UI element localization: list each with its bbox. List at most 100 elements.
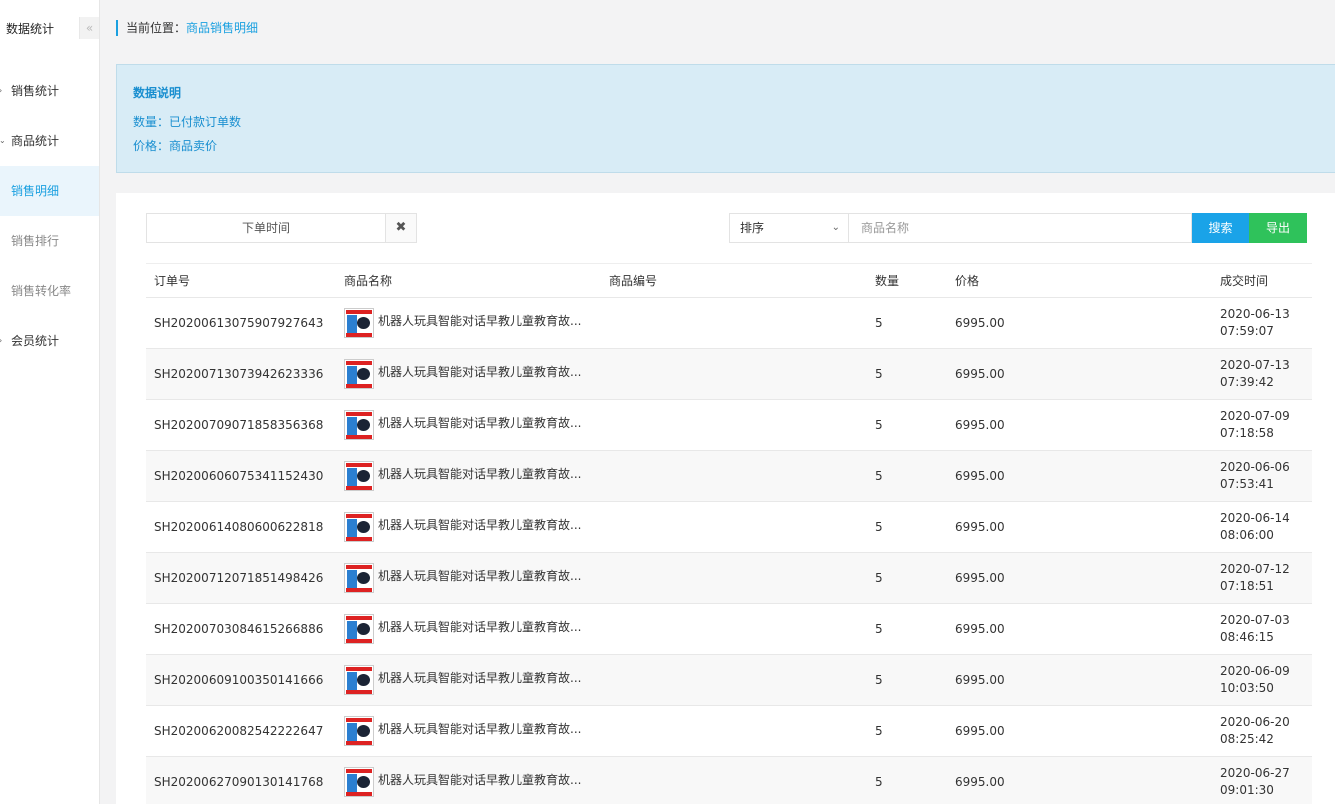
sidebar-title: 数据统计 [6,22,55,36]
table-row[interactable]: SH20200627090130141768 机器人玩具智能对话早教儿童教育故..… [146,757,1312,804]
sidebar-item-product-stats[interactable]: ⌄ 商品统计 [0,116,99,166]
table-row[interactable]: SH20200614080600622818 机器人玩具智能对话早教儿童教育故..… [146,502,1312,553]
product-name[interactable]: 机器人玩具智能对话早教儿童教育故... [378,502,581,549]
results-panel: 下单时间 ✖ 排序 ⌄ 商品名称 搜索 导出 订单号 商品名称 商品编号 数量 … [116,193,1335,804]
order-number: SH20200613075907927643 [154,316,324,330]
header-order-no[interactable]: 订单号 [154,264,190,298]
product-thumbnail[interactable] [344,461,374,491]
chevron-right-icon: › [0,66,2,116]
price: 6995.00 [955,775,1005,789]
product-thumbnail[interactable] [344,359,374,389]
table-row[interactable]: SH20200620082542222647 机器人玩具智能对话早教儿童教育故..… [146,706,1312,757]
product-name[interactable]: 机器人玩具智能对话早教儿童教育故... [378,298,581,345]
price: 6995.00 [955,469,1005,483]
order-date-input[interactable]: 下单时间 [146,213,386,243]
sales-detail-table: 订单号 商品名称 商品编号 数量 价格 成交时间 SH2020061307590… [146,263,1312,804]
sidebar-item-label: 会员统计 [11,334,60,348]
price: 6995.00 [955,673,1005,687]
quantity: 5 [875,316,883,330]
header-quantity[interactable]: 数量 [875,264,899,298]
deal-date: 2020-07-13 [1220,358,1290,372]
deal-time: 2020-06-27 09:01:30 [1220,765,1290,799]
export-button[interactable]: 导出 [1249,213,1307,243]
deal-time: 2020-07-12 07:18:51 [1220,561,1290,595]
price: 6995.00 [955,724,1005,738]
product-thumbnail[interactable] [344,665,374,695]
table-row[interactable]: SH20200609100350141666 机器人玩具智能对话早教儿童教育故..… [146,655,1312,706]
deal-time: 2020-06-09 10:03:50 [1220,663,1290,697]
breadcrumb-current: 商品销售明细 [186,21,259,35]
product-thumbnail[interactable] [344,716,374,746]
sidebar-item-label: 销售统计 [11,84,60,98]
product-thumbnail[interactable] [344,512,374,542]
product-thumbnail[interactable] [344,614,374,644]
quantity: 5 [875,418,883,432]
product-name[interactable]: 机器人玩具智能对话早教儿童教育故... [378,349,581,396]
product-name[interactable]: 机器人玩具智能对话早教儿童教育故... [378,400,581,447]
deal-clock: 07:53:41 [1220,477,1274,491]
info-line-quantity: 数量：已付款订单数 [133,115,242,129]
product-name[interactable]: 机器人玩具智能对话早教儿童教育故... [378,757,581,804]
chevron-down-icon: ⌄ [0,136,6,145]
price: 6995.00 [955,316,1005,330]
table-row[interactable]: SH20200713073942623336 机器人玩具智能对话早教儿童教育故..… [146,349,1312,400]
deal-date: 2020-07-09 [1220,409,1290,423]
product-thumbnail[interactable] [344,767,374,797]
collapse-sidebar-icon[interactable]: « [79,17,99,39]
breadcrumb-prefix: 当前位置： [126,21,187,35]
clear-date-icon[interactable]: ✖ [386,213,417,243]
table-body: SH20200613075907927643 机器人玩具智能对话早教儿童教育故..… [146,298,1312,804]
deal-clock: 07:18:58 [1220,426,1274,440]
deal-time: 2020-07-03 08:46:15 [1220,612,1290,646]
sidebar-item-member-stats[interactable]: › 会员统计 [0,316,99,366]
order-number: SH20200713073942623336 [154,367,324,381]
sidebar-item-sales-ranking[interactable]: 销售排行 [0,216,99,266]
product-name[interactable]: 机器人玩具智能对话早教儿童教育故... [378,553,581,600]
order-number: SH20200709071858356368 [154,418,324,432]
deal-time: 2020-06-20 08:25:42 [1220,714,1290,748]
deal-clock: 09:01:30 [1220,783,1274,797]
breadcrumb: 当前位置：商品销售明细 [116,20,258,36]
product-thumbnail[interactable] [344,563,374,593]
deal-time: 2020-07-13 07:39:42 [1220,357,1290,391]
product-thumbnail[interactable] [344,308,374,338]
deal-date: 2020-06-14 [1220,511,1290,525]
deal-date: 2020-06-06 [1220,460,1290,474]
header-deal-time[interactable]: 成交时间 [1220,264,1268,298]
product-name[interactable]: 机器人玩具智能对话早教儿童教育故... [378,706,581,753]
table-row[interactable]: SH20200712071851498426 机器人玩具智能对话早教儿童教育故..… [146,553,1312,604]
sidebar-item-label: 商品统计 [11,134,60,148]
sort-select[interactable]: 排序 ⌄ [729,213,849,243]
sidebar-item-label: 销售转化率 [11,284,72,298]
order-number: SH20200609100350141666 [154,673,324,687]
table-row[interactable]: SH20200703084615266886 机器人玩具智能对话早教儿童教育故..… [146,604,1312,655]
table-row[interactable]: SH20200606075341152430 机器人玩具智能对话早教儿童教育故..… [146,451,1312,502]
price: 6995.00 [955,418,1005,432]
product-name[interactable]: 机器人玩具智能对话早教儿童教育故... [378,655,581,702]
deal-time: 2020-06-13 07:59:07 [1220,306,1290,340]
header-product-name[interactable]: 商品名称 [344,264,392,298]
product-name-search-input[interactable]: 商品名称 [849,213,1192,243]
sidebar-item-conversion-rate[interactable]: 销售转化率 [0,266,99,316]
sidebar-item-sales-detail[interactable]: 销售明细 [0,166,99,216]
chevron-down-icon: ⌄ [831,222,840,233]
sidebar-item-label: 销售明细 [11,184,60,198]
product-thumbnail[interactable] [344,410,374,440]
price: 6995.00 [955,622,1005,636]
deal-clock: 08:25:42 [1220,732,1274,746]
order-number: SH20200712071851498426 [154,571,324,585]
order-number: SH20200627090130141768 [154,775,324,789]
header-product-code[interactable]: 商品编号 [609,264,657,298]
deal-clock: 08:06:00 [1220,528,1274,542]
header-price[interactable]: 价格 [955,264,979,298]
deal-time: 2020-06-06 07:53:41 [1220,459,1290,493]
main-content: 当前位置：商品销售明细 数据说明 数量：已付款订单数 价格：商品卖价 下单时间 … [101,0,1335,804]
price: 6995.00 [955,571,1005,585]
search-button[interactable]: 搜索 [1192,213,1249,243]
product-name[interactable]: 机器人玩具智能对话早教儿童教育故... [378,451,581,498]
product-name[interactable]: 机器人玩具智能对话早教儿童教育故... [378,604,581,651]
price: 6995.00 [955,520,1005,534]
sidebar-item-sales-stats[interactable]: › 销售统计 [0,66,99,116]
table-row[interactable]: SH20200709071858356368 机器人玩具智能对话早教儿童教育故..… [146,400,1312,451]
table-row[interactable]: SH20200613075907927643 机器人玩具智能对话早教儿童教育故..… [146,298,1312,349]
